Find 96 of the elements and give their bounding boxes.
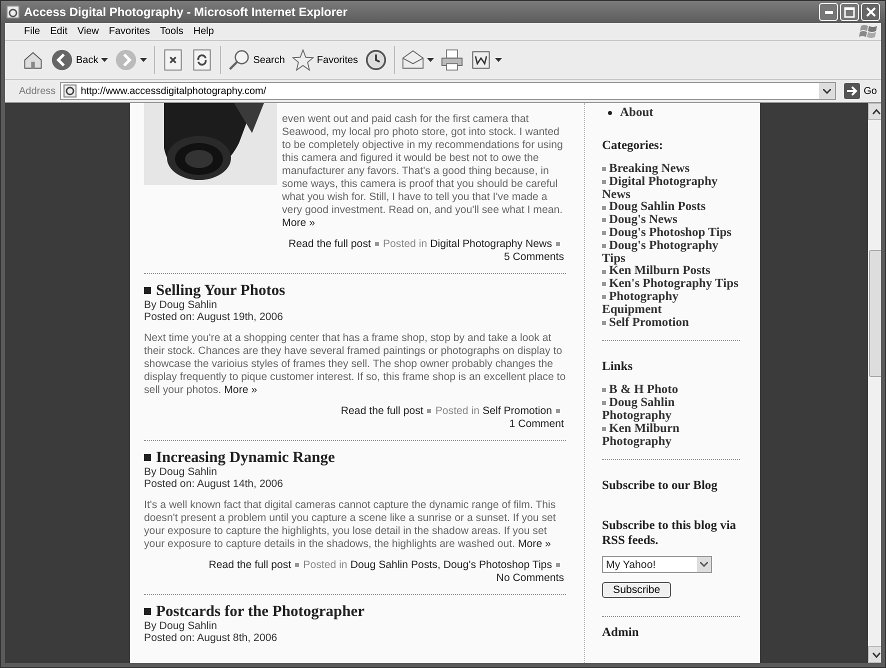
chevron-down-icon	[822, 88, 831, 94]
bullet-icon	[427, 409, 432, 414]
menu-item[interactable]: Edit	[45, 26, 72, 37]
feed-select[interactable]: My Yahoo!	[602, 556, 712, 574]
more-link[interactable]: More »	[224, 384, 258, 396]
post-excerpt: It's a well known fact that digital cameras cannot capture the dynamic range of film. This doesn't present a problem until you capture a scene like a sunrise or a sunset. If you set your exposure to capture the highlights, you lose detail in the shadow areas. If you set your exposure to capture details in the shadows, the highlights are washed out. More »	[144, 499, 557, 551]
menu-item[interactable]: File	[19, 26, 46, 37]
go-button[interactable]: Go	[840, 83, 881, 99]
post-author: By Doug Sahlin	[144, 620, 218, 632]
post-title[interactable]: Postcards for the Photographer	[156, 603, 365, 620]
category-link[interactable]: Doug Sahlin Posts, Doug's Photoshop Tips	[350, 559, 552, 571]
dropdown-button[interactable]	[818, 83, 835, 99]
rss-heading: Subscribe to this blog via RSS feeds.	[602, 518, 738, 548]
post-author: By Doug Sahlin	[144, 466, 218, 478]
post-title[interactable]: Selling Your Photos	[156, 282, 286, 299]
category-link[interactable]: Ken's Photography Tips	[602, 277, 740, 290]
page-icon	[6, 5, 20, 19]
categories-heading: Categories:	[602, 138, 664, 152]
search-button[interactable]: Search	[225, 47, 288, 73]
comments-link[interactable]: 5 Comments	[504, 251, 564, 263]
scrollbar[interactable]	[868, 103, 881, 663]
close-icon	[866, 7, 876, 17]
post-date: Posted on: August 8th, 2006	[144, 632, 278, 644]
document-icon	[470, 49, 492, 71]
clock-icon	[365, 49, 388, 71]
subscribe-heading: Subscribe to our Blog	[602, 478, 718, 492]
read-full-post-link[interactable]: Read the full post	[208, 559, 292, 571]
subscribe-button[interactable]: Subscribe	[602, 582, 672, 598]
category-link[interactable]: Doug's News	[602, 213, 740, 226]
stop-icon	[162, 49, 184, 71]
star-icon	[292, 49, 314, 71]
blogroll-link[interactable]: B & H Photo	[602, 383, 740, 396]
chevron-down-icon	[872, 652, 881, 658]
category-link[interactable]: Doug's Photography Tips	[602, 238, 740, 264]
chevron-down-icon	[700, 562, 708, 568]
address-field[interactable]: http://www.accessdigitalphotography.com/	[60, 82, 836, 100]
menu-item[interactable]: Help	[188, 26, 219, 37]
bullet-icon	[608, 110, 612, 114]
category-link[interactable]: Ken Milburn Posts	[602, 264, 740, 278]
windows-logo-icon	[859, 24, 877, 40]
category-link[interactable]: Doug's Photoshop Tips	[602, 226, 740, 239]
menu-item[interactable]: Tools	[154, 26, 188, 37]
maximize-button[interactable]	[840, 3, 859, 21]
search-icon	[228, 49, 250, 71]
page-icon	[62, 84, 77, 98]
bullet-icon	[144, 608, 151, 615]
admin-heading: Admin	[602, 625, 640, 640]
refresh-icon	[191, 49, 214, 71]
window-title: Access Digital Photography - Microsoft Internet Explorer	[24, 5, 348, 19]
bullet-icon	[374, 242, 379, 246]
address-label: Address	[19, 86, 56, 96]
category-link[interactable]: Digital Photography News	[430, 238, 552, 250]
links-heading: Links	[602, 359, 634, 374]
scrollbar-thumb[interactable]	[869, 250, 881, 377]
more-link[interactable]: More »	[518, 538, 551, 550]
bullet-icon	[144, 287, 151, 294]
category-link[interactable]: Self Promotion	[602, 316, 740, 328]
read-full-post-link[interactable]: Read the full post	[340, 405, 424, 417]
bullet-icon	[556, 242, 560, 246]
maximize-icon	[844, 6, 855, 18]
comments-link[interactable]: No Comments	[496, 572, 564, 584]
post-title[interactable]: Increasing Dynamic Range	[156, 449, 335, 466]
printer-icon	[441, 49, 464, 71]
posted-in-label: Posted in	[382, 238, 428, 250]
post-date: Posted on: August 19th, 2006	[144, 311, 284, 323]
posted-in-label: Posted in	[435, 405, 480, 417]
category-link[interactable]: Photography Equipment	[602, 290, 740, 316]
post-date: Posted on: August 14th, 2006	[144, 478, 284, 490]
category-link[interactable]: Breaking News	[602, 162, 740, 175]
category-link[interactable]: Self Promotion	[482, 405, 552, 417]
category-link[interactable]: Digital Photography News	[602, 174, 740, 200]
read-full-post-link[interactable]: Read the full post	[288, 238, 371, 250]
back-button[interactable]: Back	[48, 47, 112, 73]
post-excerpt: even went out and paid cash for the first camera that Seawood, my local pro photo store, got into stock. I wanted to be completely objective in my recommendations for using this camera and figured it would be best not to owe the manufacturer any favors. That's a good thing because, in some ways, this camera is proof that you should be careful what you wish for. Still, I have to tell you that I've made a very good investment. Read on, and you'll see what I mean. More »	[282, 113, 564, 230]
menu-item[interactable]: View	[72, 26, 104, 37]
menu-item[interactable]: Favorites	[104, 26, 155, 37]
category-link[interactable]: Doug Sahlin Posts	[602, 200, 740, 214]
comments-link[interactable]: 1 Comment	[509, 418, 564, 430]
bullet-icon	[144, 454, 151, 461]
post-author: By Doug Sahlin	[144, 299, 218, 311]
favorites-button[interactable]: Favorites	[288, 47, 362, 73]
close-button[interactable]	[861, 3, 880, 21]
minimize-icon	[824, 10, 832, 14]
envelope-icon	[402, 49, 424, 71]
more-link[interactable]: More »	[282, 217, 315, 229]
posted-in-label: Posted in	[303, 559, 348, 571]
bullet-icon	[556, 409, 560, 414]
bullet-icon	[295, 563, 300, 568]
arrow-right-icon	[844, 83, 860, 99]
blogroll-link[interactable]: Ken Milburn Photography	[602, 422, 740, 448]
page-link[interactable]: About	[620, 105, 654, 120]
post-excerpt: Next time you're at a shopping center that has a frame shop, stop by and take a look at their stock. Chances are they have several framed paintings or photographs on display to showcase the varioius styles of frames they sell. The shop owner probably changes the display frequently to pique customer interest. If so, this frame shop is an excellent place to sell your photos. More »	[144, 332, 566, 397]
bullet-icon	[556, 563, 560, 568]
minimize-button[interactable]	[819, 3, 838, 21]
chevron-up-icon	[872, 108, 881, 114]
blogroll-link[interactable]: Doug Sahlin Photography	[602, 396, 740, 422]
